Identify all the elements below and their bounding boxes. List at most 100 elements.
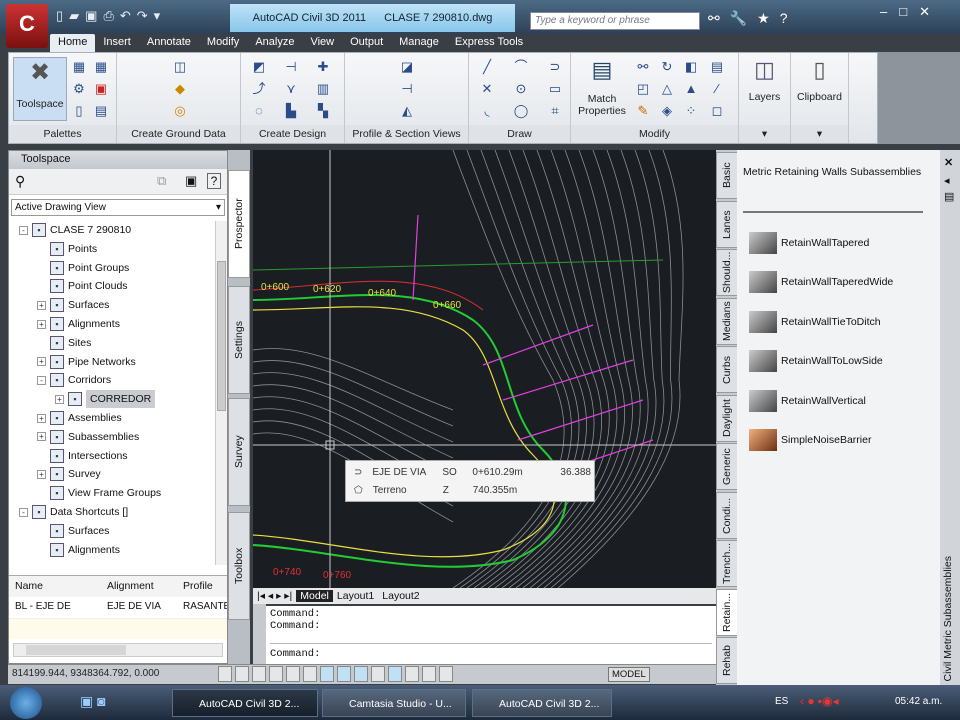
palette-icon[interactable]: ⚙ bbox=[71, 81, 87, 97]
tab-survey[interactable]: Survey bbox=[228, 398, 250, 506]
drafting-toggle-icon[interactable] bbox=[320, 666, 334, 682]
tab-home[interactable]: Home bbox=[50, 34, 96, 52]
revcloud-icon[interactable]: ⊃ bbox=[547, 59, 563, 75]
sample-lines-icon[interactable]: ⊣ bbox=[399, 81, 415, 97]
expand-icon[interactable]: + bbox=[55, 394, 64, 404]
drafting-toggle-icon[interactable] bbox=[252, 666, 266, 682]
palette-icon[interactable]: ▯ bbox=[71, 103, 87, 119]
toolspace-header[interactable]: Toolspace bbox=[9, 151, 227, 169]
drafting-toggle-icon[interactable] bbox=[388, 666, 402, 682]
mirror-icon[interactable]: △ bbox=[659, 81, 675, 97]
arc-icon[interactable]: ◟ bbox=[479, 103, 495, 119]
toolspace-button[interactable]: ✖ Toolspace bbox=[13, 57, 67, 121]
open-icon[interactable]: ▰ bbox=[69, 8, 79, 24]
tab-output[interactable]: Output bbox=[342, 34, 391, 52]
palette-tab[interactable]: Condi... bbox=[716, 491, 738, 539]
language-indicator[interactable]: ES bbox=[775, 696, 788, 707]
tree-item[interactable]: ▪ View Frame Groups bbox=[37, 484, 161, 502]
drafting-toggle-icon[interactable] bbox=[354, 666, 368, 682]
tree-item[interactable]: - ▪ Corridors bbox=[37, 371, 111, 389]
expand-icon[interactable]: + bbox=[37, 300, 46, 310]
palette-tab[interactable]: Rehab bbox=[716, 637, 738, 684]
print-icon[interactable]: ⎙ bbox=[103, 8, 113, 24]
command-prompt[interactable]: Command: bbox=[270, 648, 712, 660]
drafting-toggle-icon[interactable] bbox=[286, 666, 300, 682]
tree-item[interactable]: + ▪ Pipe Networks bbox=[37, 353, 136, 371]
close-icon[interactable]: ✕ bbox=[944, 156, 953, 169]
grading-icon[interactable]: ⋎ bbox=[283, 81, 299, 97]
panel-expand-icon[interactable]: ▾ bbox=[739, 125, 790, 143]
view-dropdown[interactable]: Active Drawing View ▾ bbox=[11, 199, 225, 216]
model-space-button[interactable]: MODEL bbox=[608, 667, 650, 682]
palette-tab[interactable]: Lanes bbox=[716, 200, 738, 248]
autohide-icon[interactable]: ◂ bbox=[944, 174, 950, 187]
tab-layout1[interactable]: Layout1 bbox=[333, 590, 378, 602]
tree-item[interactable]: ▪ Surfaces bbox=[37, 522, 109, 540]
tab-settings[interactable]: Settings bbox=[228, 286, 250, 394]
panel-label[interactable]: Profile & Section Views bbox=[345, 125, 468, 143]
drafting-toggle-icon[interactable] bbox=[405, 666, 419, 682]
stretch-icon[interactable]: ✎ bbox=[635, 103, 651, 119]
pressure-icon[interactable]: ▚ bbox=[315, 103, 331, 119]
tree-item[interactable]: - ▪ Data Shortcuts [] bbox=[19, 503, 128, 521]
tree-item[interactable]: + ▪ Subassemblies bbox=[37, 428, 139, 446]
tab-modify[interactable]: Modify bbox=[199, 34, 247, 52]
points-icon[interactable]: ◆ bbox=[172, 81, 188, 97]
search-input[interactable]: Type a keyword or phrase bbox=[530, 12, 700, 30]
tree-item[interactable]: ▪ Alignments bbox=[37, 541, 120, 559]
undo-icon[interactable]: ↶ bbox=[120, 8, 131, 24]
panel-label[interactable]: Modify bbox=[571, 125, 738, 143]
properties-icon[interactable]: ▤ bbox=[944, 190, 954, 203]
alignment-icon[interactable]: ◩ bbox=[251, 59, 267, 75]
parcel-icon[interactable]: ⊣ bbox=[283, 59, 299, 75]
tab-annotate[interactable]: Annotate bbox=[139, 34, 199, 52]
feature-line-icon[interactable]: ⤴ bbox=[251, 81, 267, 97]
palette-tab[interactable]: Basic bbox=[716, 152, 738, 199]
offset-icon[interactable]: ◻ bbox=[709, 103, 725, 119]
tab-toolbox[interactable]: Toolbox bbox=[228, 512, 250, 620]
palette-tab[interactable]: Should... bbox=[716, 249, 738, 296]
subassembly-item[interactable]: RetainWallTaperedWide bbox=[749, 271, 893, 294]
rotate-icon[interactable]: ↻ bbox=[659, 59, 675, 75]
drafting-toggle-icon[interactable] bbox=[235, 666, 249, 682]
erase-icon[interactable]: ▤ bbox=[709, 59, 725, 75]
tab-analyze[interactable]: Analyze bbox=[247, 34, 302, 52]
close-icon[interactable]: ✕ bbox=[919, 4, 930, 20]
dropdown-icon[interactable]: ▾ bbox=[154, 8, 161, 24]
palette-tab[interactable]: Retain... bbox=[716, 588, 738, 636]
help-icon[interactable]: ? bbox=[780, 10, 788, 27]
assembly-icon[interactable]: ▙ bbox=[283, 103, 299, 119]
tab-manage[interactable]: Manage bbox=[391, 34, 447, 52]
tab-express-tools[interactable]: Express Tools bbox=[447, 34, 531, 52]
tray-icons[interactable]: ‹ ● ▪◉◂ bbox=[800, 694, 839, 708]
fillet-icon[interactable]: ▲ bbox=[683, 81, 699, 97]
new-icon[interactable]: ▯ bbox=[56, 8, 63, 24]
drafting-toggle-icon[interactable] bbox=[303, 666, 317, 682]
survey-icon[interactable]: ◎ bbox=[172, 103, 188, 119]
tree-item[interactable]: ▪ Intersections bbox=[37, 447, 128, 465]
tree-item[interactable]: + ▪ Surfaces bbox=[37, 296, 109, 314]
collapse-icon[interactable]: - bbox=[19, 225, 28, 235]
tree-item[interactable]: + ▪ Alignments bbox=[37, 315, 120, 333]
command-grip[interactable] bbox=[253, 604, 266, 664]
expand-icon[interactable]: + bbox=[37, 357, 46, 367]
expand-icon[interactable]: + bbox=[37, 319, 46, 329]
magnifier-icon[interactable]: ⚲ bbox=[15, 173, 25, 190]
column-name[interactable]: Name bbox=[9, 576, 101, 597]
hatch-icon[interactable]: ⌗ bbox=[547, 103, 563, 119]
tree-item[interactable]: ▪ Point Clouds bbox=[37, 277, 128, 295]
profile-icon[interactable]: ◪ bbox=[399, 59, 415, 75]
tree-item[interactable]: ▪ Sites bbox=[37, 334, 91, 352]
panel-label[interactable]: Draw bbox=[469, 125, 570, 143]
tree-item[interactable]: ▪ Point Groups bbox=[37, 259, 129, 277]
wrench-icon[interactable]: 🔧 bbox=[730, 10, 747, 27]
trim-icon[interactable]: ◧ bbox=[683, 59, 699, 75]
panel-expand-icon[interactable]: ▾ bbox=[791, 125, 848, 143]
expand-icon[interactable]: + bbox=[37, 413, 46, 423]
palette-tab[interactable]: Daylight bbox=[716, 394, 738, 442]
taskbar-item-autocad-2[interactable]: AutoCAD Civil 3D 2... bbox=[472, 689, 612, 717]
item-view-icon[interactable]: ▣ bbox=[185, 173, 197, 189]
table-scrollbar[interactable] bbox=[13, 643, 223, 657]
drafting-toggle-icon[interactable] bbox=[371, 666, 385, 682]
panel-label[interactable]: Create Ground Data bbox=[117, 125, 240, 143]
